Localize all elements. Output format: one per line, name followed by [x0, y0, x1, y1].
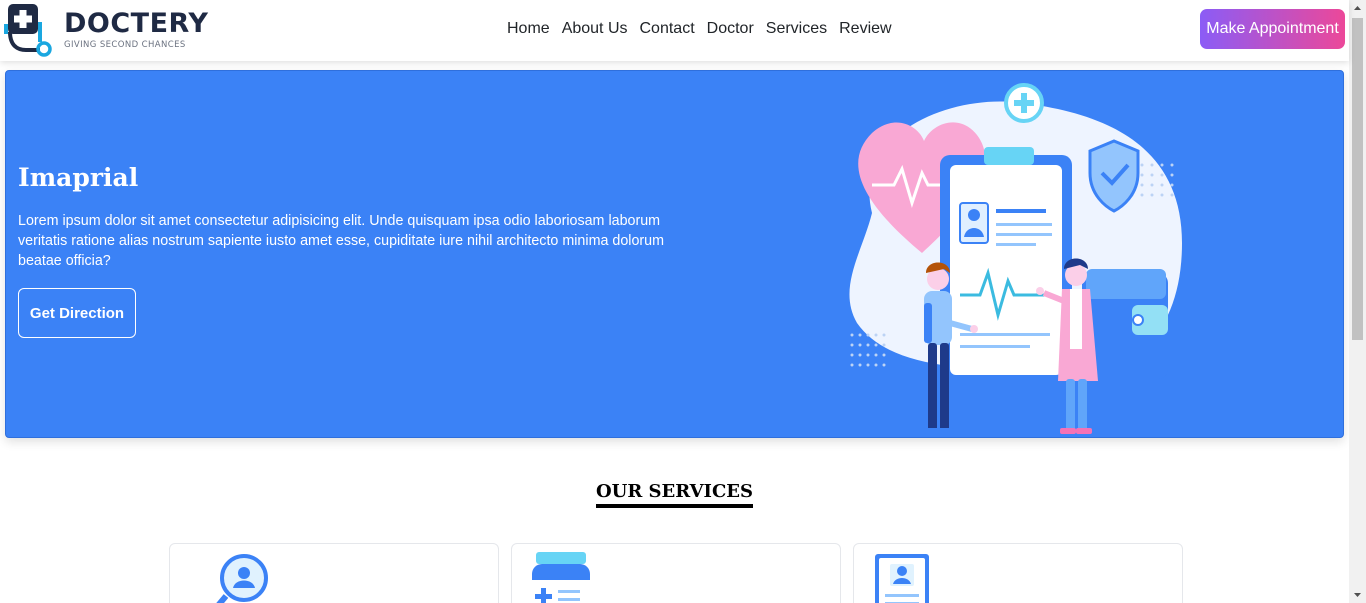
hero-banner: Imaprial Lorem ipsum dolor sit amet cons… [5, 70, 1344, 438]
nav-link-about-us[interactable]: About Us [556, 18, 634, 40]
brand-tagline: GIVING SECOND CHANCES [64, 40, 186, 50]
page-scrollbar[interactable] [1349, 0, 1366, 603]
medical-id-card-icon [875, 554, 929, 603]
scroll-down-arrow-icon[interactable] [1349, 586, 1366, 603]
medical-clipboard-doctors-illustration [849, 83, 1182, 434]
service-card[interactable] [511, 543, 841, 603]
hero-title: Imaprial [18, 163, 139, 192]
brand-logo[interactable]: DOCTERY GIVING SECOND CHANCES [4, 2, 208, 58]
nav-link-doctor[interactable]: Doctor [701, 18, 760, 40]
service-card[interactable] [853, 543, 1183, 603]
nav-link-contact[interactable]: Contact [634, 18, 701, 40]
scrollbar-thumb[interactable] [1352, 18, 1363, 340]
nav-menu: Home About Us Contact Doctor Services Re… [501, 18, 898, 40]
hero-description: Lorem ipsum dolor sit amet consectetur a… [18, 213, 665, 269]
brand-name: DOCTERY [64, 8, 209, 39]
nav-link-review[interactable]: Review [833, 18, 897, 40]
nav-link-services[interactable]: Services [760, 18, 833, 40]
services-heading: OUR SERVICES [595, 481, 754, 508]
service-card[interactable] [169, 543, 499, 603]
nav-link-home[interactable]: Home [501, 18, 556, 40]
stethoscope-cross-icon [4, 4, 52, 57]
scroll-up-arrow-icon[interactable] [1349, 0, 1366, 17]
get-direction-button[interactable]: Get Direction [18, 288, 136, 338]
search-user-icon [216, 554, 268, 603]
make-appointment-button[interactable]: Make Appointment [1200, 9, 1345, 49]
services-section-title: OUR SERVICES [0, 481, 1349, 508]
medicine-bottle-icon [532, 552, 590, 603]
navbar: DOCTERY GIVING SECOND CHANCES Home About… [0, 0, 1349, 61]
